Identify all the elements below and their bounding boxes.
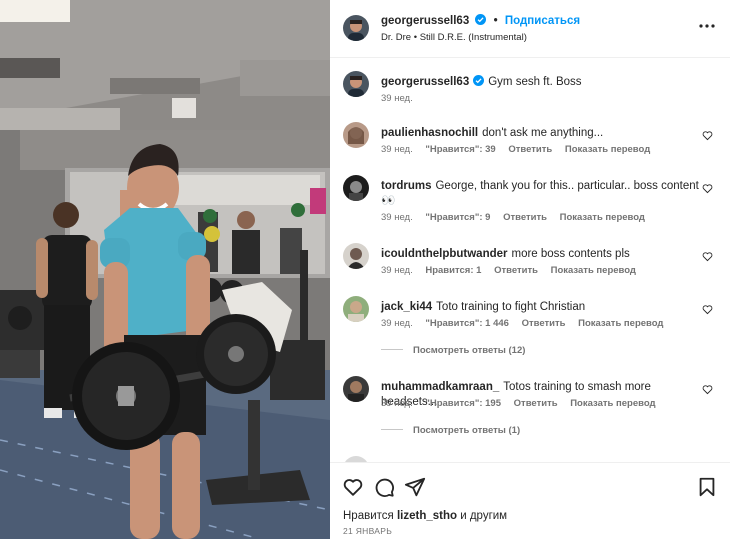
heart-icon[interactable] [702,384,713,395]
avatar[interactable] [343,376,369,402]
comment-username[interactable]: muhammadkamraan_ [381,381,499,393]
translate-button[interactable]: Показать перевод [570,398,655,409]
avatar[interactable] [343,175,369,201]
comment-username[interactable]: icouldnthelpbutwander [381,248,508,260]
author-username[interactable]: georgerussell63 [381,15,469,27]
reply-button[interactable]: Ответить [503,212,547,223]
heart-icon[interactable] [702,130,713,141]
reply-button[interactable]: Ответить [522,318,566,329]
verified-badge-icon [473,75,485,86]
comment-time[interactable]: 39 нед. [381,265,413,276]
comment-text: Toto training to fight Christian [436,301,586,313]
comment-time[interactable]: 39 нед. [381,398,413,409]
comment-likes[interactable]: Нравится: 1 [425,265,481,276]
likes-suffix: и другим [460,510,508,522]
avatar[interactable] [343,71,369,97]
heart-icon[interactable] [702,183,713,194]
caption-text: Gym sesh ft. Boss [488,76,582,88]
reply-button[interactable]: Ответить [514,398,558,409]
audio-track-link[interactable]: Dr. Dre • Still D.R.E. (Instrumental) [381,32,527,43]
heart-icon[interactable] [702,304,713,315]
translate-button[interactable]: Показать перевод [565,144,650,155]
comment-username[interactable]: jack_ki44 [381,301,432,313]
comment-likes[interactable]: "Нравится": 195 [425,398,501,409]
comment-likes[interactable]: "Нравится": 1 446 [425,318,509,329]
caption-time[interactable]: 39 нед. [381,93,413,104]
reply-button[interactable]: Ответить [494,265,538,276]
replies-divider [381,349,403,350]
likes-prefix: Нравится [343,510,394,522]
comment-icon[interactable] [373,476,395,498]
view-replies-label: Посмотреть ответы (12) [413,345,526,356]
heart-icon[interactable] [702,251,713,262]
avatar[interactable] [343,122,369,148]
translate-button[interactable]: Показать перевод [578,318,663,329]
more-horizontal-icon[interactable] [698,20,716,32]
share-icon[interactable] [404,476,426,498]
post-date[interactable]: 21 ЯНВАРЬ [343,526,392,536]
header-separator: • [493,15,498,27]
comment-username[interactable]: paulienhasnochill [381,127,478,139]
avatar[interactable] [343,296,369,322]
reply-button[interactable]: Ответить [508,144,552,155]
likes-summary[interactable]: Нравится lizeth_stho и другим [343,510,507,522]
view-replies-button[interactable]: Посмотреть ответы (12) [381,345,525,356]
caption-username[interactable]: georgerussell63 [381,76,469,88]
translate-button[interactable]: Показать перевод [560,212,645,223]
comment-likes[interactable]: "Нравится": 39 [425,144,495,155]
comment-username[interactable]: tordrums [381,180,431,192]
comment-text: more boss contents pls [511,248,630,260]
replies-divider [381,429,403,430]
view-replies-label: Посмотреть ответы (1) [413,425,521,436]
avatar[interactable] [343,15,369,41]
comment-time[interactable]: 39 нед. [381,212,413,223]
post-actions: Нравится lizeth_stho и другим 21 ЯНВАРЬ [330,462,730,539]
gym-video-frame [0,0,330,539]
verified-badge-icon [475,14,487,25]
comments-list[interactable]: georgerussell63 Gym sesh ft. Boss 39 нед.… [330,58,730,462]
translate-button[interactable]: Показать перевод [551,265,636,276]
avatar[interactable] [343,243,369,269]
likes-user[interactable]: lizeth_stho [397,510,457,522]
comment-time[interactable]: 39 нед. [381,318,413,329]
follow-button[interactable]: Подписаться [505,15,580,27]
post-media-video[interactable] [0,0,330,539]
comment-text: don't ask me anything... [482,127,604,139]
post-header: georgerussell63 • Подписаться Dr. Dre • … [330,0,730,58]
comment-likes[interactable]: "Нравится": 9 [425,212,490,223]
comment-time[interactable]: 39 нед. [381,144,413,155]
bookmark-icon[interactable] [696,476,718,498]
post-details-panel: georgerussell63 • Подписаться Dr. Dre • … [330,0,730,539]
heart-icon[interactable] [342,476,364,498]
view-replies-button[interactable]: Посмотреть ответы (1) [381,425,520,436]
